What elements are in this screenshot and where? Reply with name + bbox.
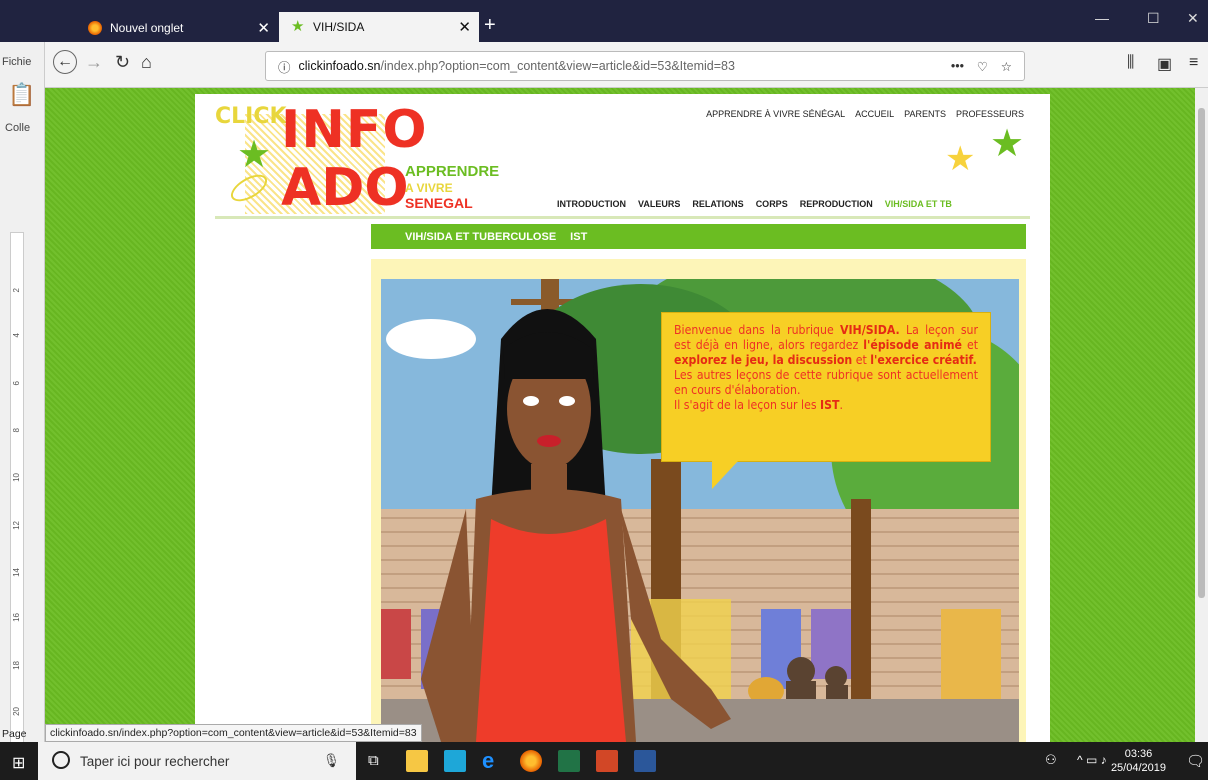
nav-reproduction[interactable]: REPRODUCTION [800,199,873,209]
library-icon[interactable]: ⫼ [1127,54,1134,72]
url-domain: clickinfoado.sn [298,59,381,73]
microphone-icon[interactable]: 🎙 [323,753,340,769]
url-bar[interactable]: ⓘ clickinfoado.sn/index.php?option=com_c… [265,51,1025,81]
site-logo[interactable]: CLICK ★ INFO ADO APPRENDRE A VIVRE SENEG… [215,100,499,218]
nav-introduction[interactable]: INTRODUCTION [557,199,626,209]
menu-icon[interactable]: ≡ [1189,54,1198,72]
bubble-bold-1: VIH/SIDA. [840,323,900,337]
tab-label: VIH/SIDA [313,20,365,34]
firefox-icon [88,21,102,35]
taskbar-search[interactable]: Taper ici pour rechercher 🎙 [38,742,356,780]
status-url-tooltip: clickinfoado.sn/index.php?option=com_con… [45,724,422,742]
clipboard-icon: 📋 [8,82,36,107]
speech-bubble: Bienvenue dans la rubrique VIH/SIDA. La … [661,312,991,489]
notifications-icon[interactable]: 🗨 [1186,752,1205,770]
bubble-text-3: et [961,338,978,352]
powerpoint-icon[interactable] [596,750,618,772]
nav-professeurs[interactable]: PROFESSEURS [956,109,1024,119]
web-page: CLICK ★ INFO ADO APPRENDRE A VIVRE SENEG… [45,88,1195,742]
content-area: Bienvenue dans la rubrique VIH/SIDA. La … [371,259,1026,742]
edge-icon[interactable]: e [482,750,504,772]
bubble-text-5: Les autres leçons de cette rubrique sont… [674,368,978,397]
close-tab-icon[interactable]: ✕ [458,18,471,36]
header-divider [215,216,1030,219]
bubble-bold-2: l'épisode animé [863,338,962,352]
subnav-ist[interactable]: IST [570,231,587,243]
info-icon[interactable]: ⓘ [278,57,291,76]
yellow-star-icon: ★ [945,140,976,178]
bubble-bold-6: IST [820,398,840,412]
logo-apprendre: APPRENDRE [405,163,500,180]
excel-icon[interactable] [558,750,580,772]
firefox-taskbar-icon[interactable] [520,750,542,772]
pocket-icon[interactable]: ♡ [977,59,988,74]
logo-info-text: INFO [281,100,428,160]
task-view-icon[interactable]: ⧉ [368,752,379,769]
windows-start-icon[interactable]: ⊞ [12,753,25,773]
bubble-text-7: . [839,398,843,412]
bubble-text-1: Bienvenue dans la rubrique [674,323,840,337]
maximize-icon[interactable]: ☐ [1147,10,1160,27]
bubble-bold-3: explorez le jeu, la discussion [674,353,853,367]
home-button[interactable]: ⌂ [141,52,152,73]
star-favicon-icon: ★ [291,18,305,35]
close-window-icon[interactable]: ✕ [1187,10,1199,27]
windows-taskbar: ⊞ Taper ici pour rechercher 🎙 ⧉ e ⚇ ^ ▭ … [0,742,1208,780]
nav-accueil[interactable]: ACCUEIL [855,109,894,119]
page-actions-icon[interactable]: ••• [951,59,964,73]
site-container: CLICK ★ INFO ADO APPRENDRE A VIVRE SENEG… [195,94,1050,742]
cortana-icon [52,751,70,769]
forward-button[interactable]: → [85,52,103,73]
search-placeholder: Taper ici pour rechercher [80,753,230,769]
subnav-vih-tuberculose[interactable]: VIH/SIDA ET TUBERCULOSE [405,231,556,243]
nav-vih-sida[interactable]: VIH/SIDA ET TB [885,199,952,209]
file-explorer-icon[interactable] [406,750,428,772]
people-icon[interactable]: ⚇ [1045,752,1057,768]
sub-nav: VIH/SIDA ET TUBERCULOSE IST [371,224,1026,249]
tab-label: Nouvel onglet [110,21,184,35]
green-star-icon: ★ [990,123,1025,165]
back-button[interactable]: ← [53,50,77,74]
animation-scene[interactable]: Bienvenue dans la rubrique VIH/SIDA. La … [381,279,1019,742]
word-icon[interactable] [634,750,656,772]
tab-nouvel-onglet[interactable]: Nouvel onglet ✕ [76,14,278,42]
url-path: /index.php?option=com_content&view=artic… [380,59,735,73]
nav-corps[interactable]: CORPS [756,199,788,209]
main-nav: INTRODUCTION VALEURS RELATIONS CORPS REP… [557,199,952,209]
page-scrollbar[interactable] [1195,88,1208,742]
logo-star-icon: ★ [237,134,272,176]
word-side-panel: Fichie 📋 Colle 2 4 6 8 10 12 14 16 18 20 [0,42,45,752]
clock-time: 03:36 [1124,748,1153,760]
word-paste-label: Colle [5,122,31,134]
clock-date: 25/04/2019 [1110,762,1166,774]
system-tray-icons[interactable]: ^ ▭ ♪ [1077,753,1107,767]
scrollbar-thumb[interactable] [1198,108,1205,598]
nav-valeurs[interactable]: VALEURS [638,199,680,209]
nav-parents[interactable]: PARENTS [904,109,946,119]
top-nav: APPRENDRE À VIVRE SÉNÉGAL ACCUEIL PARENT… [706,109,1024,119]
nav-relations[interactable]: RELATIONS [692,199,743,209]
browser-tab-bar: Nouvel onglet ✕ ★ VIH/SIDA ✕ + — ☐ ✕ [0,0,1208,42]
reload-button[interactable]: ↻ [115,52,130,73]
bubble-bold-4: l'exercice créatif. [870,353,977,367]
bookmark-star-icon[interactable]: ☆ [1001,59,1012,74]
sidebar-icon[interactable]: ▣ [1157,54,1172,74]
word-file-label: Fichie [2,56,32,68]
nav-apprendre[interactable]: APPRENDRE À VIVRE SÉNÉGAL [706,109,845,119]
taskbar-clock[interactable]: 03:36 25/04/2019 [1111,747,1166,775]
minimize-icon[interactable]: — [1095,10,1109,26]
tab-vih-sida[interactable]: ★ VIH/SIDA ✕ [279,12,479,42]
browser-nav-bar: ← → ↻ ⌂ ⓘ clickinfoado.sn/index.php?opti… [45,42,1208,88]
bubble-text-6: Il s'agit de la leçon sur les [674,398,821,412]
new-tab-icon[interactable]: + [484,14,496,37]
word-page-label: Page [2,728,27,740]
logo-ado-text: ADO [281,158,409,218]
close-tab-icon[interactable]: ✕ [257,19,270,37]
bubble-text-4: et [852,353,871,367]
logo-a-vivre: A VIVRE [405,181,453,195]
vertical-ruler: 2 4 6 8 10 12 14 16 18 20 [10,232,24,752]
app-l-icon[interactable] [444,750,466,772]
logo-senegal: SENEGAL [405,195,473,211]
logo-click-text: CLICK [215,104,287,129]
